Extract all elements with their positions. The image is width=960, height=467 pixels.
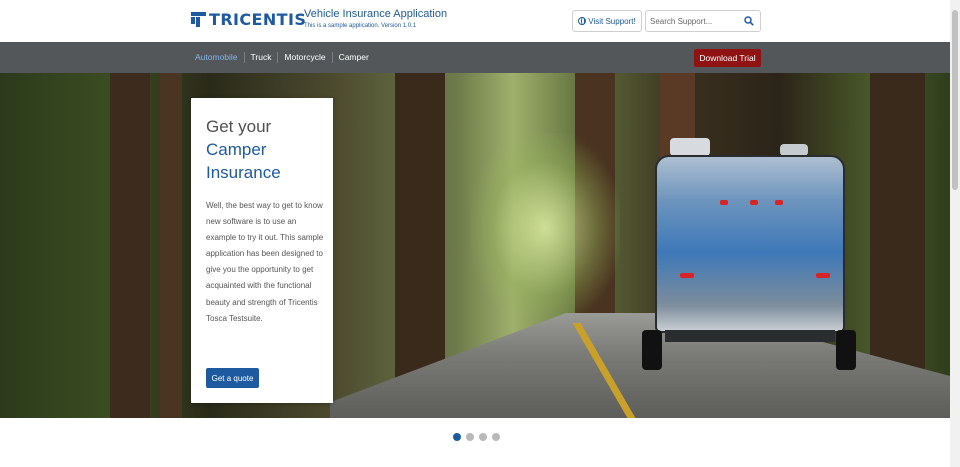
section-heading-partial [405,462,580,467]
tree-trunk [110,73,150,418]
carousel-dot[interactable] [479,433,487,441]
hero-heading-line2: Camper Insurance [206,140,281,182]
logo-text: TRICENTIS [209,10,307,29]
nav-item-truck[interactable]: Truck [243,52,278,63]
search-input[interactable] [650,14,742,29]
page-scrollbar[interactable] [950,0,960,467]
carousel-dot[interactable] [453,433,461,441]
nav-item-automobile[interactable]: Automobile [195,52,244,63]
tricentis-logo[interactable]: TRICENTIS [191,10,306,29]
carousel-dot[interactable] [466,433,474,441]
header: TRICENTIS Vehicle Insurance Application … [0,0,950,42]
hero-body: Well, the best way to get to know new so… [206,201,324,323]
app-title: Vehicle Insurance Application [304,8,448,20]
app-subtitle: This is a sample application. Version 1.… [304,23,417,29]
main-nav: Automobile Truck Motorcycle Camper [0,42,950,73]
nav-items: Automobile Truck Motorcycle Camper [195,52,375,63]
get-a-quote-button[interactable]: Get a quote [206,368,259,388]
carousel-dots [453,433,500,441]
hero-heading-line1: Get your [206,117,272,136]
visit-support-label: Visit Support! [588,16,636,26]
hero-card: Get your Camper Insurance Well, the best… [191,98,333,403]
scroll-thumb[interactable] [952,10,958,190]
logo-mark-icon [191,12,206,27]
hero-banner [0,73,950,418]
download-trial-button[interactable]: Download Trial [694,49,761,67]
nav-item-camper[interactable]: Camper [331,52,375,63]
nav-item-motorcycle[interactable]: Motorcycle [277,52,331,63]
visit-support-button[interactable]: Visit Support! [572,10,642,32]
sunlight-glow [470,133,620,323]
carousel-dot[interactable] [492,433,500,441]
search-box [645,10,761,32]
tree-trunk [160,73,182,418]
camper-trailer [640,130,858,370]
globe-icon [578,17,587,25]
search-icon[interactable] [744,16,754,26]
